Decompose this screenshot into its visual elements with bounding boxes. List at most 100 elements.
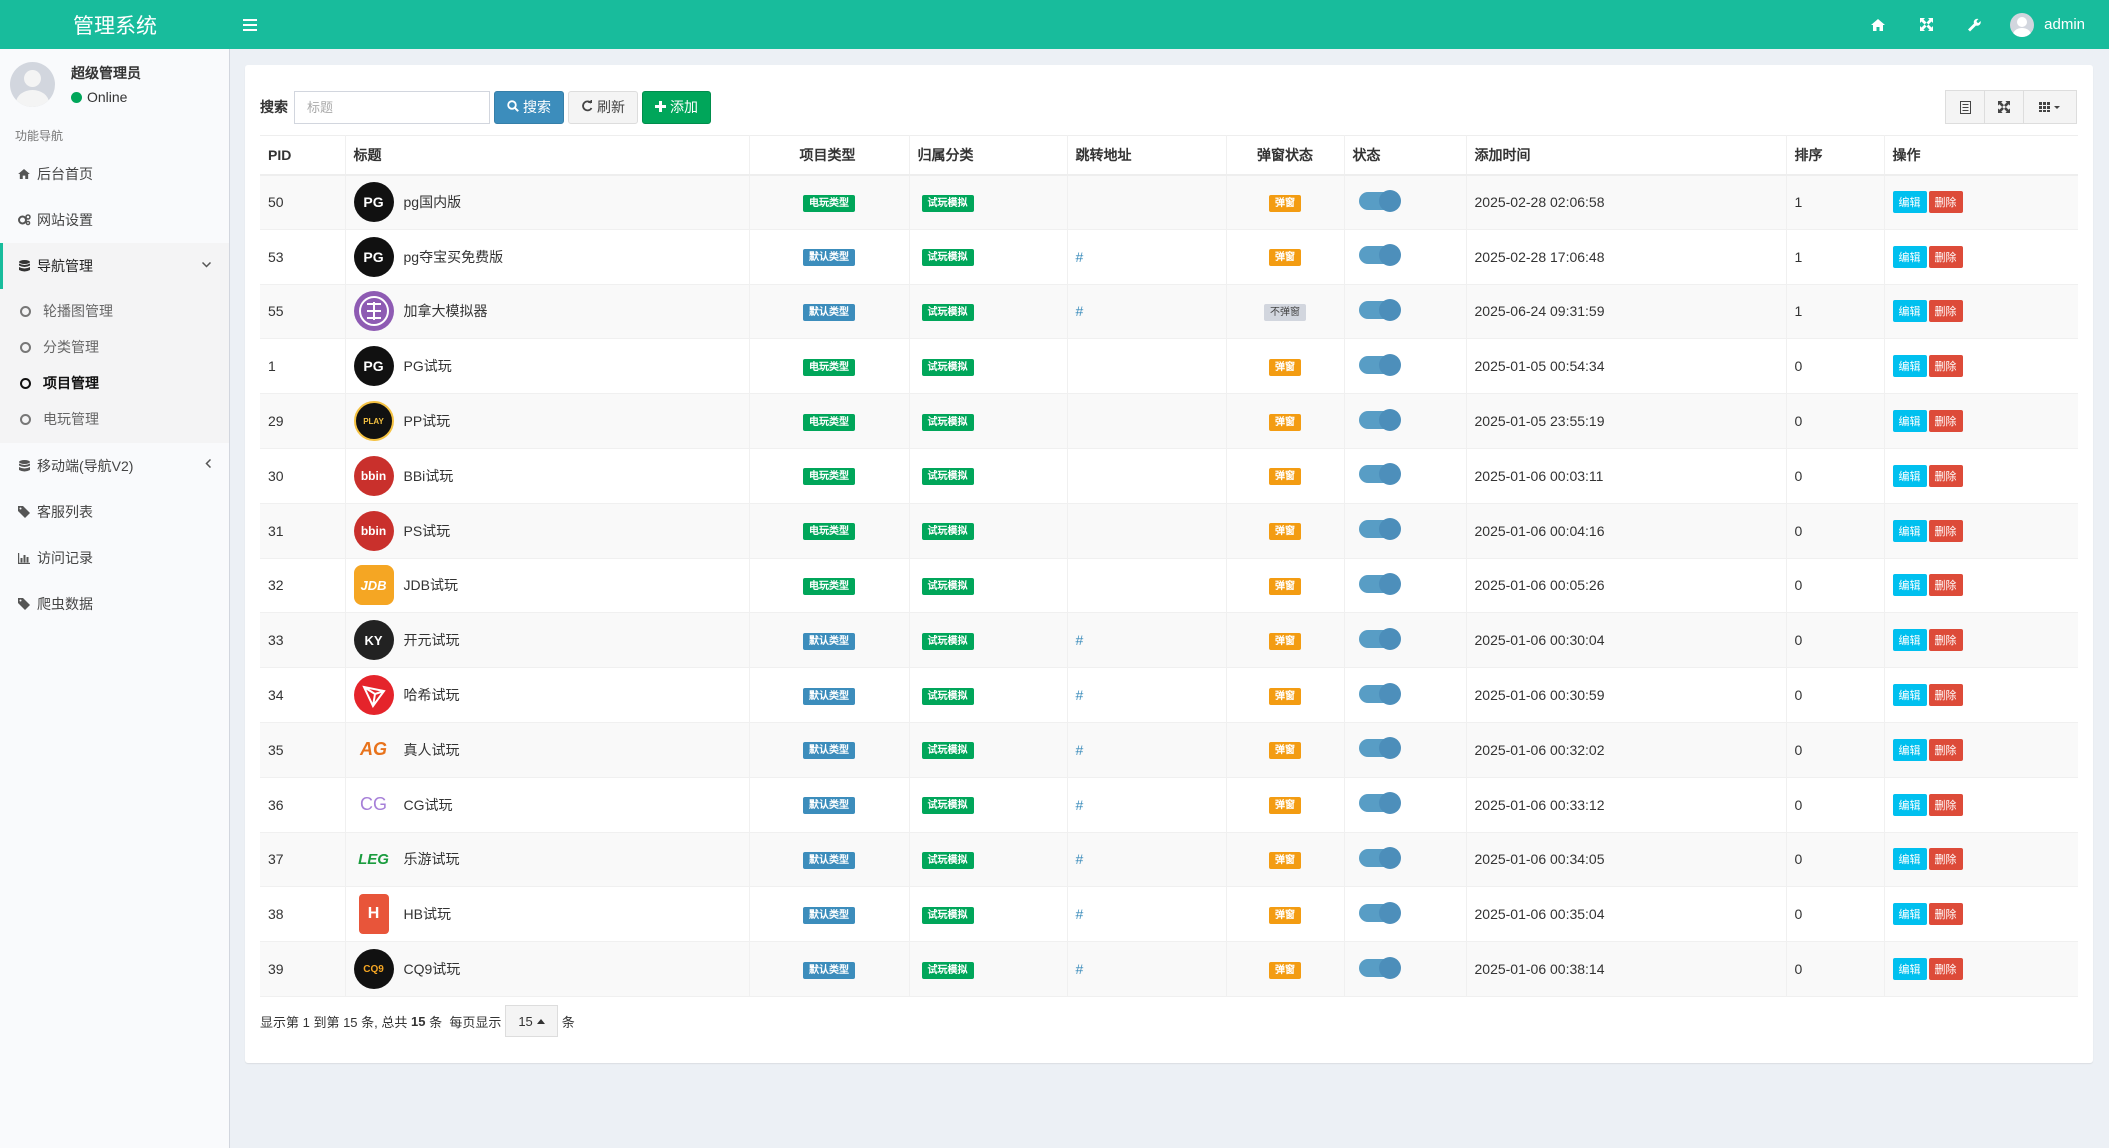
jump-url-link[interactable]: #: [1076, 303, 1084, 319]
delete-button[interactable]: 删除: [1928, 410, 1963, 433]
jump-url-link[interactable]: #: [1076, 632, 1084, 648]
user-menu[interactable]: admin: [1998, 0, 2093, 49]
edit-button[interactable]: 编辑: [1892, 903, 1927, 926]
delete-button[interactable]: 删除: [1928, 629, 1963, 652]
sidebar-item-crawler-data[interactable]: 爬虫数据: [0, 581, 229, 627]
jump-url-link[interactable]: #: [1076, 742, 1084, 758]
jump-url-link[interactable]: #: [1076, 249, 1084, 265]
hamburger-icon[interactable]: [230, 0, 270, 49]
sidebar-item-arcade[interactable]: 电玩管理: [0, 401, 229, 437]
column-header[interactable]: 状态: [1344, 135, 1467, 176]
sidebar-item-banner[interactable]: 轮播图管理: [0, 293, 229, 329]
edit-button[interactable]: 编辑: [1892, 684, 1927, 707]
edit-button[interactable]: 编辑: [1892, 245, 1927, 268]
delete-button[interactable]: 删除: [1928, 300, 1963, 323]
sidebar-item-project[interactable]: 项目管理: [0, 365, 229, 401]
column-header[interactable]: PID: [260, 135, 346, 176]
delete-button[interactable]: 删除: [1928, 519, 1963, 542]
edit-button[interactable]: 编辑: [1892, 629, 1927, 652]
status-toggle[interactable]: [1358, 463, 1401, 486]
delete-button[interactable]: 删除: [1928, 245, 1963, 268]
cell-url: [1067, 338, 1227, 395]
jump-url-link[interactable]: #: [1076, 961, 1084, 977]
cell-type: 默认类型: [749, 229, 910, 285]
sidebar-item-category[interactable]: 分类管理: [0, 329, 229, 365]
status-toggle[interactable]: [1358, 682, 1401, 705]
delete-button[interactable]: 删除: [1928, 355, 1963, 378]
delete-button[interactable]: 删除: [1928, 958, 1963, 981]
status-toggle[interactable]: [1358, 189, 1401, 212]
search-input[interactable]: [294, 90, 490, 124]
edit-button[interactable]: 编辑: [1892, 464, 1927, 487]
edit-button[interactable]: 编辑: [1892, 519, 1927, 542]
status-toggle[interactable]: [1358, 518, 1401, 541]
edit-button[interactable]: 编辑: [1892, 958, 1927, 981]
column-header[interactable]: 弹窗状态: [1226, 135, 1345, 176]
pager-total: 15: [411, 1013, 426, 1029]
add-button[interactable]: 添加: [642, 90, 711, 124]
refresh-button[interactable]: 刷新: [568, 90, 638, 124]
status-toggle[interactable]: [1358, 408, 1401, 431]
column-header[interactable]: 排序: [1786, 135, 1885, 176]
sidebar-item-dashboard[interactable]: 后台首页: [0, 151, 229, 197]
table-row: 34 哈希试玩 默认类型 试玩模拟 # 弹窗 2025-01-06 00:30:59 0 编辑删…: [260, 667, 2078, 723]
status-toggle[interactable]: [1358, 901, 1401, 924]
status-toggle[interactable]: [1358, 737, 1401, 760]
column-header[interactable]: 跳转地址: [1067, 135, 1227, 176]
type-badge: 默认类型: [803, 303, 855, 321]
project-logo: H: [358, 894, 389, 935]
status-toggle[interactable]: [1358, 572, 1401, 595]
column-header[interactable]: 归属分类: [909, 135, 1068, 176]
sidebar-item-customer-service[interactable]: 客服列表: [0, 489, 229, 535]
status-toggle[interactable]: [1358, 846, 1401, 869]
jump-url-link[interactable]: #: [1076, 906, 1084, 922]
delete-button[interactable]: 删除: [1928, 191, 1963, 214]
status-toggle[interactable]: [1358, 298, 1401, 321]
page-size-dropdown[interactable]: 15: [505, 1005, 558, 1037]
edit-button[interactable]: 编辑: [1892, 191, 1927, 214]
wrench-icon[interactable]: [1950, 0, 1998, 49]
edit-button[interactable]: 编辑: [1892, 410, 1927, 433]
edit-button[interactable]: 编辑: [1892, 574, 1927, 597]
sidebar-item-nav-management[interactable]: 导航管理: [0, 243, 229, 289]
cell-category: 试玩模拟: [909, 338, 1068, 395]
status-toggle[interactable]: [1358, 792, 1401, 815]
delete-button[interactable]: 删除: [1928, 684, 1963, 707]
popup-badge: 弹窗: [1269, 797, 1301, 815]
status-toggle[interactable]: [1358, 244, 1401, 267]
app-brand[interactable]: 管理系统: [0, 0, 230, 49]
status-toggle[interactable]: [1358, 956, 1401, 979]
sidebar-item-site-settings[interactable]: 网站设置: [0, 197, 229, 243]
edit-button[interactable]: 编辑: [1892, 738, 1927, 761]
column-header[interactable]: 项目类型: [749, 135, 910, 176]
sidebar-item-access-log[interactable]: 访问记录: [0, 535, 229, 581]
sidebar-item-mobile-nav[interactable]: 移动端(导航V2): [0, 443, 229, 489]
edit-button[interactable]: 编辑: [1892, 793, 1927, 816]
list-icon[interactable]: [1945, 90, 1985, 124]
column-header[interactable]: 标题: [345, 135, 750, 176]
home-icon[interactable]: [1854, 0, 1902, 49]
project-title: PG试玩: [403, 358, 452, 375]
sidebar-item-label: 爬虫数据: [37, 596, 93, 612]
delete-button[interactable]: 删除: [1928, 574, 1963, 597]
column-header[interactable]: 操作: [1884, 135, 2078, 176]
delete-button[interactable]: 删除: [1928, 793, 1963, 816]
jump-url-link[interactable]: #: [1076, 797, 1084, 813]
fullscreen-icon[interactable]: [1902, 0, 1950, 49]
jump-url-link[interactable]: #: [1076, 851, 1084, 867]
jump-url-link[interactable]: #: [1076, 687, 1084, 703]
edit-button[interactable]: 编辑: [1892, 300, 1927, 323]
search-button[interactable]: 搜索: [494, 90, 564, 124]
edit-button[interactable]: 编辑: [1892, 848, 1927, 871]
fullscreen-icon[interactable]: [1984, 90, 2024, 124]
delete-button[interactable]: 删除: [1928, 464, 1963, 487]
delete-button[interactable]: 删除: [1928, 848, 1963, 871]
delete-button[interactable]: 删除: [1928, 903, 1963, 926]
status-toggle[interactable]: [1358, 353, 1401, 376]
columns-icon[interactable]: [2023, 90, 2077, 124]
table-row: 39 CQ9 CQ9试玩 默认类型 试玩模拟 # 弹窗 2025-01-06 00:38:14…: [260, 941, 2078, 997]
column-header[interactable]: 添加时间: [1466, 135, 1787, 176]
edit-button[interactable]: 编辑: [1892, 355, 1927, 378]
status-toggle[interactable]: [1358, 627, 1401, 650]
delete-button[interactable]: 删除: [1928, 738, 1963, 761]
